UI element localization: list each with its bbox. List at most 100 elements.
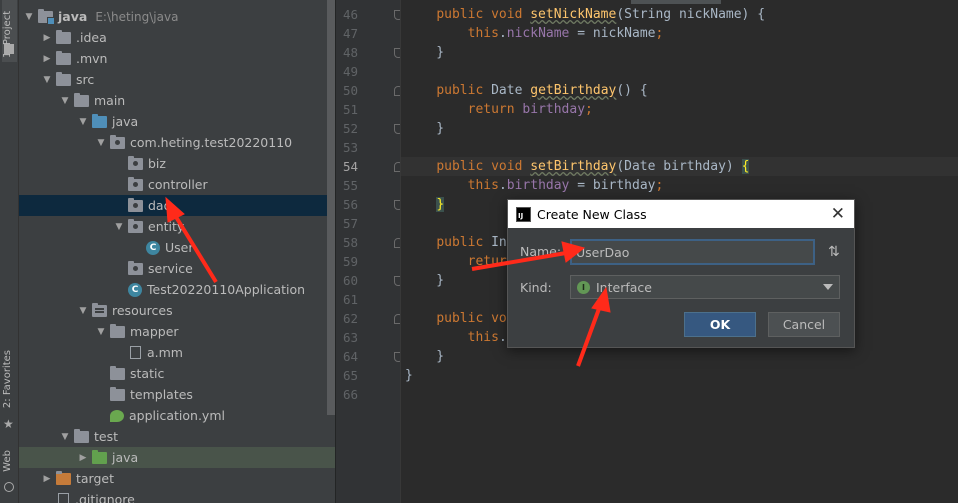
folder-icon [110, 365, 125, 380]
intellij-logo-icon: IJ [516, 206, 531, 222]
tree-item-label: mapper [130, 324, 179, 339]
create-new-class-dialog: IJ Create New Class ✕ Name: ⇅ Kind: I In… [507, 199, 855, 348]
globe-icon [4, 482, 14, 492]
name-label: Name: [520, 244, 562, 259]
code-line: } [405, 273, 445, 288]
line-number: 49 [342, 64, 358, 79]
tree-item-path: E:\heting\java [95, 9, 179, 24]
chevron-right-icon[interactable]: ▶ [41, 54, 53, 64]
close-icon[interactable]: ✕ [831, 204, 845, 224]
tree-item[interactable]: ▼ java [19, 111, 335, 132]
tree-item-label: .mvn [76, 51, 108, 66]
chevron-down-icon[interactable]: ▼ [95, 327, 107, 337]
web-tool-tab[interactable]: Web [2, 450, 13, 472]
tree-scrollbar[interactable] [327, 0, 335, 415]
chevron-down-icon[interactable]: ▼ [23, 12, 35, 22]
folder-icon [110, 323, 125, 338]
line-number: 59 [342, 254, 358, 269]
tree-item[interactable]: ▶dao [19, 195, 335, 216]
line-number: 46 [342, 7, 358, 22]
tool-window-stripe: 1: Project 2: Favorites ★ Web [0, 0, 19, 503]
tree-item-label: java [112, 450, 139, 465]
tree-item[interactable]: ▶CTest20220110Application [19, 279, 335, 300]
chevron-down-icon[interactable]: ▼ [77, 306, 89, 316]
tree-item[interactable]: ▼ java E:\heting\java [19, 6, 335, 27]
tree-item-label: target [76, 471, 115, 486]
project-folder-icon [4, 44, 14, 54]
tree-item[interactable]: ▼ src [19, 69, 335, 90]
cancel-button[interactable]: Cancel [768, 312, 840, 337]
tree-item[interactable]: ▶biz [19, 153, 335, 174]
class-name-input[interactable] [570, 239, 815, 265]
line-number: 64 [342, 349, 358, 364]
chevron-down-icon[interactable]: ▼ [41, 75, 53, 85]
sort-arrows-icon[interactable]: ⇅ [828, 244, 840, 260]
star-icon: ★ [3, 417, 14, 431]
favorites-tool-tab[interactable]: 2: Favorites [2, 350, 13, 408]
yml-icon [110, 409, 124, 422]
folder-icon [56, 29, 71, 44]
chevron-down-icon[interactable]: ▼ [77, 117, 89, 127]
tree-item-label: src [76, 72, 95, 87]
tree-item[interactable]: ▼ mapper [19, 321, 335, 342]
file-icon [58, 493, 69, 503]
package-icon [128, 260, 143, 275]
chevron-right-icon[interactable]: ▶ [41, 33, 53, 43]
code-line: } [405, 368, 413, 383]
package-icon [128, 218, 143, 233]
line-number: 50 [342, 83, 358, 98]
tree-item-label: service [148, 261, 193, 276]
chevron-down-icon[interactable]: ▼ [59, 96, 71, 106]
tree-item[interactable]: ▶ .idea [19, 27, 335, 48]
tree-item[interactable]: ▶ target [19, 468, 335, 489]
folder-icon [74, 428, 89, 443]
tree-item[interactable]: ▶controller [19, 174, 335, 195]
package-icon [128, 176, 143, 191]
code-line: public void setNickName(String nickName)… [436, 7, 766, 22]
tree-item[interactable]: ▶CUser [19, 237, 335, 258]
tree-item-label: main [94, 93, 126, 108]
tree-item-label: application.yml [129, 408, 225, 423]
chevron-down-icon[interactable]: ▼ [113, 222, 125, 232]
chevron-down-icon [823, 284, 833, 290]
tree-item[interactable]: ▼ test [19, 426, 335, 447]
tree-item-label: java [112, 114, 139, 129]
folder-icon [56, 50, 71, 65]
tree-item-label: dao [148, 198, 172, 213]
kind-value: Interface [596, 279, 652, 295]
tree-item[interactable]: ▶.gitignore [19, 489, 335, 503]
tree-item[interactable]: ▶templates [19, 384, 335, 405]
code-line: } [436, 197, 445, 212]
code-line: retur [467, 254, 507, 269]
tree-item[interactable]: ▶application.yml [19, 405, 335, 426]
folder-icon [110, 386, 125, 401]
tree-item-label: User [165, 240, 194, 255]
tree-item[interactable]: ▼ main [19, 90, 335, 111]
class-icon: C [146, 240, 160, 255]
line-number: 60 [342, 273, 358, 288]
chevron-down-icon[interactable]: ▼ [59, 432, 71, 442]
tree-item[interactable]: ▼ com.heting.test20220110 [19, 132, 335, 153]
tree-item[interactable]: ▶a.mm [19, 342, 335, 363]
tree-item[interactable]: ▶ java [19, 447, 335, 468]
chevron-down-icon[interactable]: ▼ [95, 138, 107, 148]
resources-folder-icon [92, 302, 107, 317]
tree-item-label: .gitignore [75, 492, 135, 503]
dialog-title-bar[interactable]: IJ Create New Class ✕ [508, 200, 854, 228]
tree-item-label: Test20220110Application [147, 282, 306, 297]
chevron-right-icon[interactable]: ▶ [41, 474, 53, 484]
chevron-right-icon[interactable]: ▶ [77, 453, 89, 463]
tree-item[interactable]: ▶ .mvn [19, 48, 335, 69]
line-number: 62 [342, 311, 358, 326]
line-number: 66 [342, 387, 358, 402]
code-line: public Date getBirthday() { [436, 83, 648, 98]
ok-button[interactable]: OK [684, 312, 756, 337]
line-number: 57 [342, 216, 358, 231]
tree-item[interactable]: ▼ resources [19, 300, 335, 321]
kind-select[interactable]: I Interface [570, 275, 840, 299]
project-tree: ▼ java E:\heting\java ▶ .idea ▶ .mvn ▼ src ▼ main ▼… [19, 0, 335, 503]
tree-item[interactable]: ▶static [19, 363, 335, 384]
tree-item-label: a.mm [147, 345, 183, 360]
tree-item[interactable]: ▼ entity [19, 216, 335, 237]
tree-item[interactable]: ▶service [19, 258, 335, 279]
